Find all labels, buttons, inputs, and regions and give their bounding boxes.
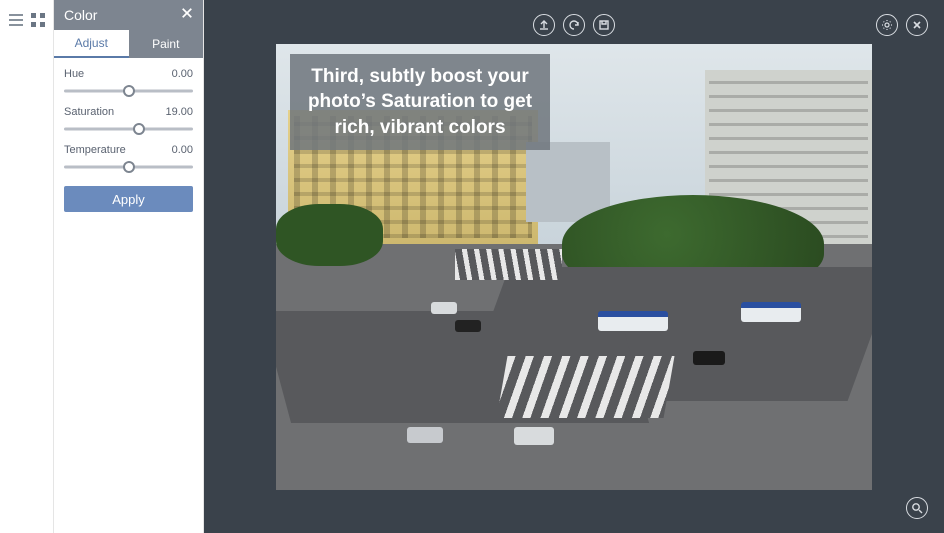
tab-adjust[interactable]: Adjust: [54, 30, 129, 58]
save-button[interactable]: [593, 14, 615, 36]
slider-temperature-track[interactable]: [64, 160, 193, 174]
sliders: Hue 0.00 Saturation 19.00 Temperature 0.…: [54, 58, 203, 180]
slider-hue-thumb[interactable]: [123, 85, 135, 97]
undo-button[interactable]: [563, 14, 585, 36]
color-panel: Color Adjust Paint Hue 0.00 Saturation 1…: [54, 0, 204, 533]
settings-button[interactable]: [876, 14, 898, 36]
slider-saturation-label: Saturation: [64, 106, 114, 118]
tab-paint[interactable]: Paint: [129, 30, 204, 58]
slider-temperature-label: Temperature: [64, 144, 126, 156]
list-view-button[interactable]: [8, 12, 24, 28]
slider-temperature-value: 0.00: [172, 144, 193, 156]
slider-temperature: Temperature 0.00: [64, 144, 193, 174]
slider-saturation: Saturation 19.00: [64, 106, 193, 136]
left-rail: [0, 0, 54, 533]
editor-close-button[interactable]: [906, 14, 928, 36]
slider-saturation-value: 19.00: [165, 106, 193, 118]
slider-hue-value: 0.00: [172, 68, 193, 80]
slider-hue-label: Hue: [64, 68, 84, 80]
grid-view-button[interactable]: [30, 12, 46, 28]
slider-saturation-thumb[interactable]: [133, 123, 145, 135]
slider-saturation-track[interactable]: [64, 122, 193, 136]
zoom-button[interactable]: [906, 497, 928, 519]
editor-canvas: Third, subtly boost your photo’s Saturat…: [204, 0, 944, 533]
top-toolbar: [533, 14, 615, 36]
panel-header: Color: [54, 0, 203, 30]
slider-hue: Hue 0.00: [64, 68, 193, 98]
panel-close-button[interactable]: [181, 6, 193, 24]
panel-tabs: Adjust Paint: [54, 30, 203, 58]
upload-button[interactable]: [533, 14, 555, 36]
corner-toolbar: [876, 14, 928, 36]
photo-preview: Third, subtly boost your photo’s Saturat…: [276, 44, 872, 490]
panel-title: Color: [64, 7, 97, 23]
slider-temperature-thumb[interactable]: [123, 161, 135, 173]
instruction-overlay: Third, subtly boost your photo’s Saturat…: [290, 54, 550, 151]
apply-button[interactable]: Apply: [64, 186, 193, 212]
slider-hue-track[interactable]: [64, 84, 193, 98]
